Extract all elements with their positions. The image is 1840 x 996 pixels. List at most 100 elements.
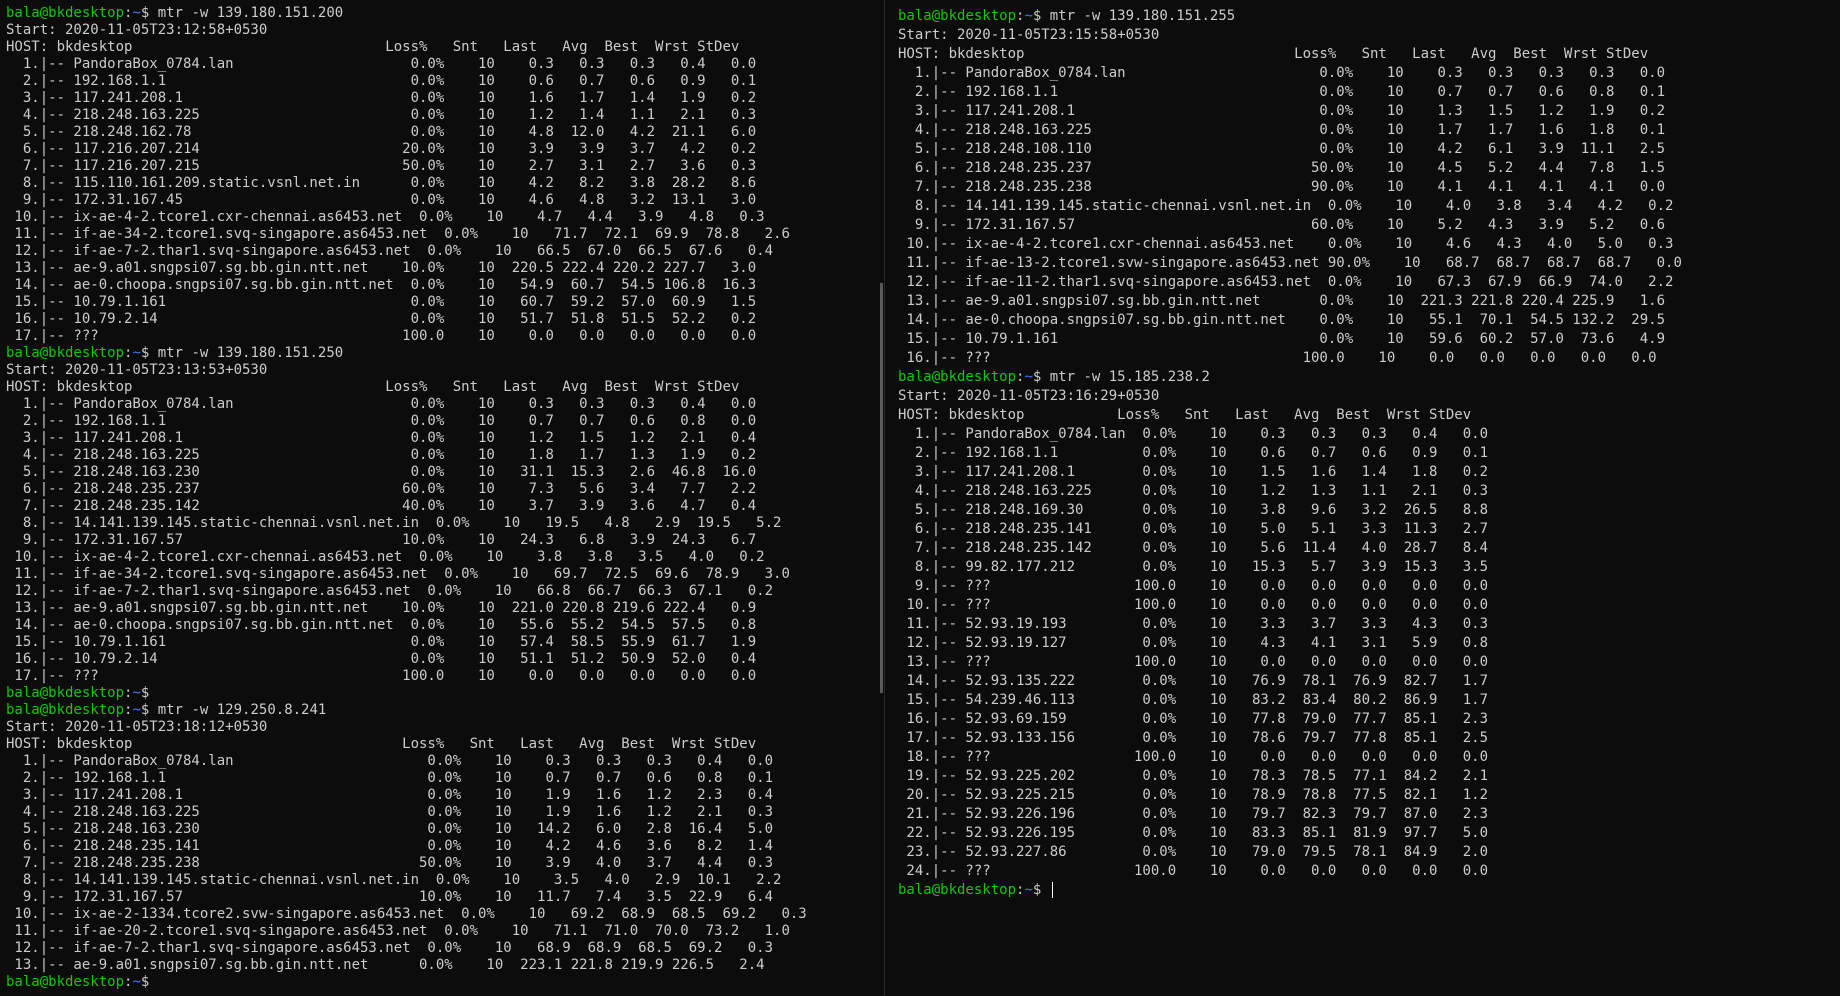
- output-line: 14.|-- ae-0.choopa.sngpsi07.sg.bb.gin.nt…: [6, 277, 757, 293]
- output-line: 2.|-- 192.168.1.1 0.0% 10 0.6 0.7 0.6 0.…: [898, 445, 1489, 461]
- output-line: 2.|-- 192.168.1.1 0.0% 10 0.7 0.7 0.6 0.…: [898, 84, 1666, 100]
- output-line: 13.|-- ??? 100.0 10 0.0 0.0 0.0 0.0 0.0: [898, 654, 1489, 670]
- output-line: 11.|-- 52.93.19.193 0.0% 10 3.3 3.7 3.3 …: [898, 616, 1489, 632]
- output-line: 14.|-- 52.93.135.222 0.0% 10 76.9 78.1 7…: [898, 673, 1489, 689]
- prompt-symbol: $: [140, 974, 150, 990]
- output-line: HOST: bkdesktop Loss% Snt Last Avg Best …: [6, 736, 757, 752]
- output-line: 9.|-- 172.31.167.57 10.0% 10 11.7 7.4 3.…: [6, 889, 774, 905]
- prompt-line: bala@bkdesktop:~$ mtr -w 139.180.151.255: [898, 7, 1840, 26]
- output-line: 22.|-- 52.93.226.195 0.0% 10 83.3 85.1 8…: [898, 825, 1489, 841]
- prompt-symbol: $: [140, 685, 150, 701]
- output-line: 6.|-- 218.248.235.237 60.0% 10 7.3 5.6 3…: [6, 481, 757, 497]
- output-line: 1.|-- PandoraBox_0784.lan 0.0% 10 0.3 0.…: [6, 753, 774, 769]
- command-text: mtr -w 129.250.8.241: [149, 702, 327, 718]
- terminal-pane-left[interactable]: bala@bkdesktop:~$ mtr -w 139.180.151.200…: [0, 0, 883, 996]
- output-line: 12.|-- 52.93.19.127 0.0% 10 4.3 4.1 3.1 …: [898, 635, 1489, 651]
- output-line: 13.|-- ae-9.a01.sngpsi07.sg.bb.gin.ntt.n…: [6, 260, 757, 276]
- prompt-line: bala@bkdesktop:~$: [6, 685, 883, 702]
- output-line: 16.|-- 52.93.69.159 0.0% 10 77.8 79.0 77…: [898, 711, 1489, 727]
- output-line: 16.|-- 10.79.2.14 0.0% 10 51.7 51.8 51.5…: [6, 311, 757, 327]
- prompt-line: bala@bkdesktop:~$ mtr -w 129.250.8.241: [6, 702, 883, 719]
- output-line: 8.|-- 115.110.161.209.static.vsnl.net.in…: [6, 175, 757, 191]
- output-line: 4.|-- 218.248.163.225 0.0% 10 1.2 1.4 1.…: [6, 107, 757, 123]
- terminal-output-right: bala@bkdesktop:~$ mtr -w 139.180.151.255…: [898, 7, 1840, 900]
- output-line: 8.|-- 99.82.177.212 0.0% 10 15.3 5.7 3.9…: [898, 559, 1489, 575]
- output-line: 7.|-- 218.248.235.142 0.0% 10 5.6 11.4 4…: [898, 540, 1489, 556]
- output-line: 11.|-- if-ae-34-2.tcore1.svq-singapore.a…: [6, 226, 790, 242]
- output-line: Start: 2020-11-05T23:16:29+0530: [898, 388, 1160, 404]
- output-line: 14.|-- ae-0.choopa.sngpsi07.sg.bb.gin.nt…: [898, 312, 1666, 328]
- output-line: 15.|-- 54.239.46.113 0.0% 10 83.2 83.4 8…: [898, 692, 1489, 708]
- output-line: 14.|-- ae-0.choopa.sngpsi07.sg.bb.gin.nt…: [6, 617, 757, 633]
- output-line: 19.|-- 52.93.225.202 0.0% 10 78.3 78.5 7…: [898, 768, 1489, 784]
- prompt-path: ~: [1024, 882, 1033, 898]
- output-line: 13.|-- ae-9.a01.sngpsi07.sg.bb.gin.ntt.n…: [6, 600, 757, 616]
- output-line: 12.|-- if-ae-7-2.thar1.svq-singapore.as6…: [6, 583, 774, 599]
- output-line: 3.|-- 117.241.208.1 0.0% 10 1.3 1.5 1.2 …: [898, 103, 1666, 119]
- output-line: 23.|-- 52.93.227.86 0.0% 10 79.0 79.5 78…: [898, 844, 1489, 860]
- output-line: 17.|-- ??? 100.0 10 0.0 0.0 0.0 0.0 0.0: [6, 328, 757, 344]
- command-text: mtr -w 15.185.238.2: [1041, 369, 1210, 385]
- output-line: 9.|-- 172.31.167.57 10.0% 10 24.3 6.8 3.…: [6, 532, 757, 548]
- output-line: 16.|-- ??? 100.0 10 0.0 0.0 0.0 0.0 0.0: [898, 350, 1657, 366]
- output-line: 4.|-- 218.248.163.225 0.0% 10 1.7 1.7 1.…: [898, 122, 1666, 138]
- output-line: Start: 2020-11-05T23:12:58+0530: [6, 22, 268, 38]
- command-text: mtr -w 139.180.151.200: [149, 5, 344, 21]
- output-line: 11.|-- if-ae-34-2.tcore1.svq-singapore.a…: [6, 566, 790, 582]
- output-line: 15.|-- 10.79.1.161 0.0% 10 60.7 59.2 57.…: [6, 294, 757, 310]
- output-line: 5.|-- 218.248.163.230 0.0% 10 31.1 15.3 …: [6, 464, 757, 480]
- scrollbar-thumb-left[interactable]: [880, 283, 883, 693]
- prompt-line: bala@bkdesktop:~$: [898, 881, 1840, 900]
- prompt-user: bala@bkdesktop: [6, 685, 125, 701]
- output-line: 6.|-- 218.248.235.141 0.0% 10 4.2 4.6 3.…: [6, 838, 774, 854]
- output-line: 11.|-- if-ae-20-2.tcore1.svq-singapore.a…: [6, 923, 790, 939]
- output-line: 6.|-- 218.248.235.237 50.0% 10 4.5 5.2 4…: [898, 160, 1666, 176]
- output-line: HOST: bkdesktop Loss% Snt Last Avg Best …: [6, 379, 740, 395]
- output-line: 17.|-- 52.93.133.156 0.0% 10 78.6 79.7 7…: [898, 730, 1489, 746]
- output-line: 7.|-- 218.248.235.238 50.0% 10 3.9 4.0 3…: [6, 855, 774, 871]
- prompt-user: bala@bkdesktop: [898, 882, 1017, 898]
- output-line: 1.|-- PandoraBox_0784.lan 0.0% 10 0.3 0.…: [898, 426, 1489, 442]
- output-line: 4.|-- 218.248.163.225 0.0% 10 1.9 1.6 1.…: [6, 804, 774, 820]
- output-line: 8.|-- 14.141.139.145.static-chennai.vsnl…: [6, 515, 782, 531]
- output-line: 1.|-- PandoraBox_0784.lan 0.0% 10 0.3 0.…: [6, 396, 757, 412]
- output-line: 7.|-- 218.248.235.238 90.0% 10 4.1 4.1 4…: [898, 179, 1666, 195]
- text-cursor[interactable]: [1051, 882, 1053, 898]
- output-line: Start: 2020-11-05T23:15:58+0530: [898, 27, 1160, 43]
- prompt-user: bala@bkdesktop: [898, 369, 1017, 385]
- terminal-pane-right[interactable]: bala@bkdesktop:~$ mtr -w 139.180.151.255…: [891, 0, 1840, 996]
- output-line: 13.|-- ae-9.a01.sngpsi07.sg.bb.gin.ntt.n…: [898, 293, 1666, 309]
- output-line: 10.|-- ix-ae-2-1334.tcore2.svw-singapore…: [6, 906, 807, 922]
- output-line: 12.|-- if-ae-7-2.thar1.svq-singapore.as6…: [6, 243, 774, 259]
- prompt-path: ~: [132, 685, 141, 701]
- output-line: 7.|-- 117.216.207.215 50.0% 10 2.7 3.1 2…: [6, 158, 757, 174]
- prompt-path: ~: [1024, 369, 1033, 385]
- output-line: 10.|-- ix-ae-4-2.tcore1.cxr-chennai.as64…: [6, 549, 765, 565]
- output-line: 3.|-- 117.241.208.1 0.0% 10 1.5 1.6 1.4 …: [898, 464, 1489, 480]
- output-line: 24.|-- ??? 100.0 10 0.0 0.0 0.0 0.0 0.0: [898, 863, 1489, 879]
- output-line: 2.|-- 192.168.1.1 0.0% 10 0.7 0.7 0.6 0.…: [6, 770, 774, 786]
- output-line: 12.|-- if-ae-7-2.thar1.svq-singapore.as6…: [6, 940, 774, 956]
- output-line: 10.|-- ix-ae-4-2.tcore1.cxr-chennai.as64…: [6, 209, 765, 225]
- prompt-path: ~: [132, 5, 141, 21]
- output-line: 8.|-- 14.141.139.145.static-chennai.vsnl…: [898, 198, 1674, 214]
- output-line: HOST: bkdesktop Loss% Snt Last Avg Best …: [898, 407, 1472, 423]
- prompt-path: ~: [1024, 8, 1033, 24]
- prompt-user: bala@bkdesktop: [6, 974, 125, 990]
- output-line: HOST: bkdesktop Loss% Snt Last Avg Best …: [898, 46, 1649, 62]
- output-line: 21.|-- 52.93.226.196 0.0% 10 79.7 82.3 7…: [898, 806, 1489, 822]
- command-text: mtr -w 139.180.151.250: [149, 345, 344, 361]
- prompt-path: ~: [132, 974, 141, 990]
- prompt-user: bala@bkdesktop: [6, 702, 125, 718]
- output-line: 5.|-- 218.248.163.230 0.0% 10 14.2 6.0 2…: [6, 821, 774, 837]
- output-line: 8.|-- 14.141.139.145.static-chennai.vsnl…: [6, 872, 782, 888]
- output-line: 9.|-- ??? 100.0 10 0.0 0.0 0.0 0.0 0.0: [898, 578, 1489, 594]
- output-line: 6.|-- 117.216.207.214 20.0% 10 3.9 3.9 3…: [6, 141, 757, 157]
- output-line: 3.|-- 117.241.208.1 0.0% 10 1.9 1.6 1.2 …: [6, 787, 774, 803]
- prompt-user: bala@bkdesktop: [6, 5, 125, 21]
- prompt-line: bala@bkdesktop:~$ mtr -w 139.180.151.250: [6, 345, 883, 362]
- output-line: Start: 2020-11-05T23:13:53+0530: [6, 362, 268, 378]
- output-line: HOST: bkdesktop Loss% Snt Last Avg Best …: [6, 39, 740, 55]
- output-line: 15.|-- 10.79.1.161 0.0% 10 57.4 58.5 55.…: [6, 634, 757, 650]
- output-line: 6.|-- 218.248.235.141 0.0% 10 5.0 5.1 3.…: [898, 521, 1489, 537]
